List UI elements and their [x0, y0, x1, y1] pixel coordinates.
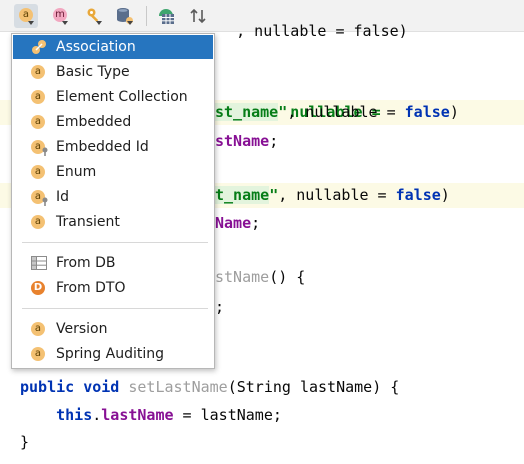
chevron-down-icon	[96, 21, 102, 25]
database-button[interactable]	[113, 4, 137, 28]
menu-item-id[interactable]: a Id	[13, 185, 213, 209]
code-line: , nullable = false)	[236, 22, 408, 40]
menu-item-from-db[interactable]: From DB	[13, 251, 213, 275]
code-line: t_name", nullable = false)	[215, 186, 450, 204]
add-key-button[interactable]	[82, 4, 106, 28]
association-icon	[32, 40, 46, 54]
code-line: Name;	[215, 214, 261, 232]
chevron-down-icon	[127, 21, 133, 25]
code-line: public void setLastName(String lastName)…	[20, 378, 400, 396]
key-badge-icon	[42, 147, 48, 156]
attribute-icon: a	[31, 322, 45, 336]
attribute-icon: a	[31, 90, 45, 104]
chevron-down-icon	[62, 21, 68, 25]
db-table-button[interactable]	[154, 4, 178, 28]
code-line: this.lastName = lastName;	[56, 406, 282, 424]
toolbar-separator	[146, 6, 147, 26]
entity-attribute-icon: a	[19, 8, 33, 22]
code-line: st_name", nullable = false)	[215, 103, 459, 121]
db-table-icon	[31, 256, 47, 270]
menu-item-element-collection[interactable]: a Element Collection	[13, 85, 213, 109]
attribute-icon: a	[31, 347, 45, 361]
add-method-button[interactable]: m	[48, 4, 72, 28]
db-table-icon	[159, 9, 174, 24]
code-line: stName() {	[215, 268, 306, 286]
attribute-icon: a	[31, 65, 45, 79]
menu-item-transient[interactable]: a Transient	[13, 210, 213, 234]
menu-item-from-dto[interactable]: D From DTO	[13, 276, 213, 300]
entity-method-icon: m	[53, 8, 67, 22]
code-line: stName;	[215, 132, 279, 150]
key-badge-icon	[42, 197, 48, 206]
menu-item-enum[interactable]: a Enum	[13, 160, 213, 184]
menu-item-embedded[interactable]: a Embedded	[13, 110, 213, 134]
menu-item-spring-auditing[interactable]: a Spring Auditing	[13, 342, 213, 366]
menu-separator	[22, 242, 208, 243]
add-attribute-popup-menu: Association a Basic Type a Element Colle…	[11, 33, 215, 369]
attribute-icon: a	[31, 215, 45, 229]
chevron-down-icon	[28, 21, 34, 25]
menu-separator	[22, 308, 208, 309]
attribute-icon: a	[31, 115, 45, 129]
menu-item-version[interactable]: a Version	[13, 317, 213, 341]
menu-item-embedded-id[interactable]: a Embedded Id	[13, 135, 213, 159]
dto-icon: D	[31, 281, 45, 295]
code-line: }	[20, 433, 30, 451]
attribute-icon: a	[31, 165, 45, 179]
code-line: ;	[215, 298, 225, 316]
menu-item-basic-type[interactable]: a Basic Type	[13, 60, 213, 84]
menu-item-association[interactable]: Association	[13, 35, 213, 59]
add-attribute-button[interactable]: a	[14, 4, 38, 28]
